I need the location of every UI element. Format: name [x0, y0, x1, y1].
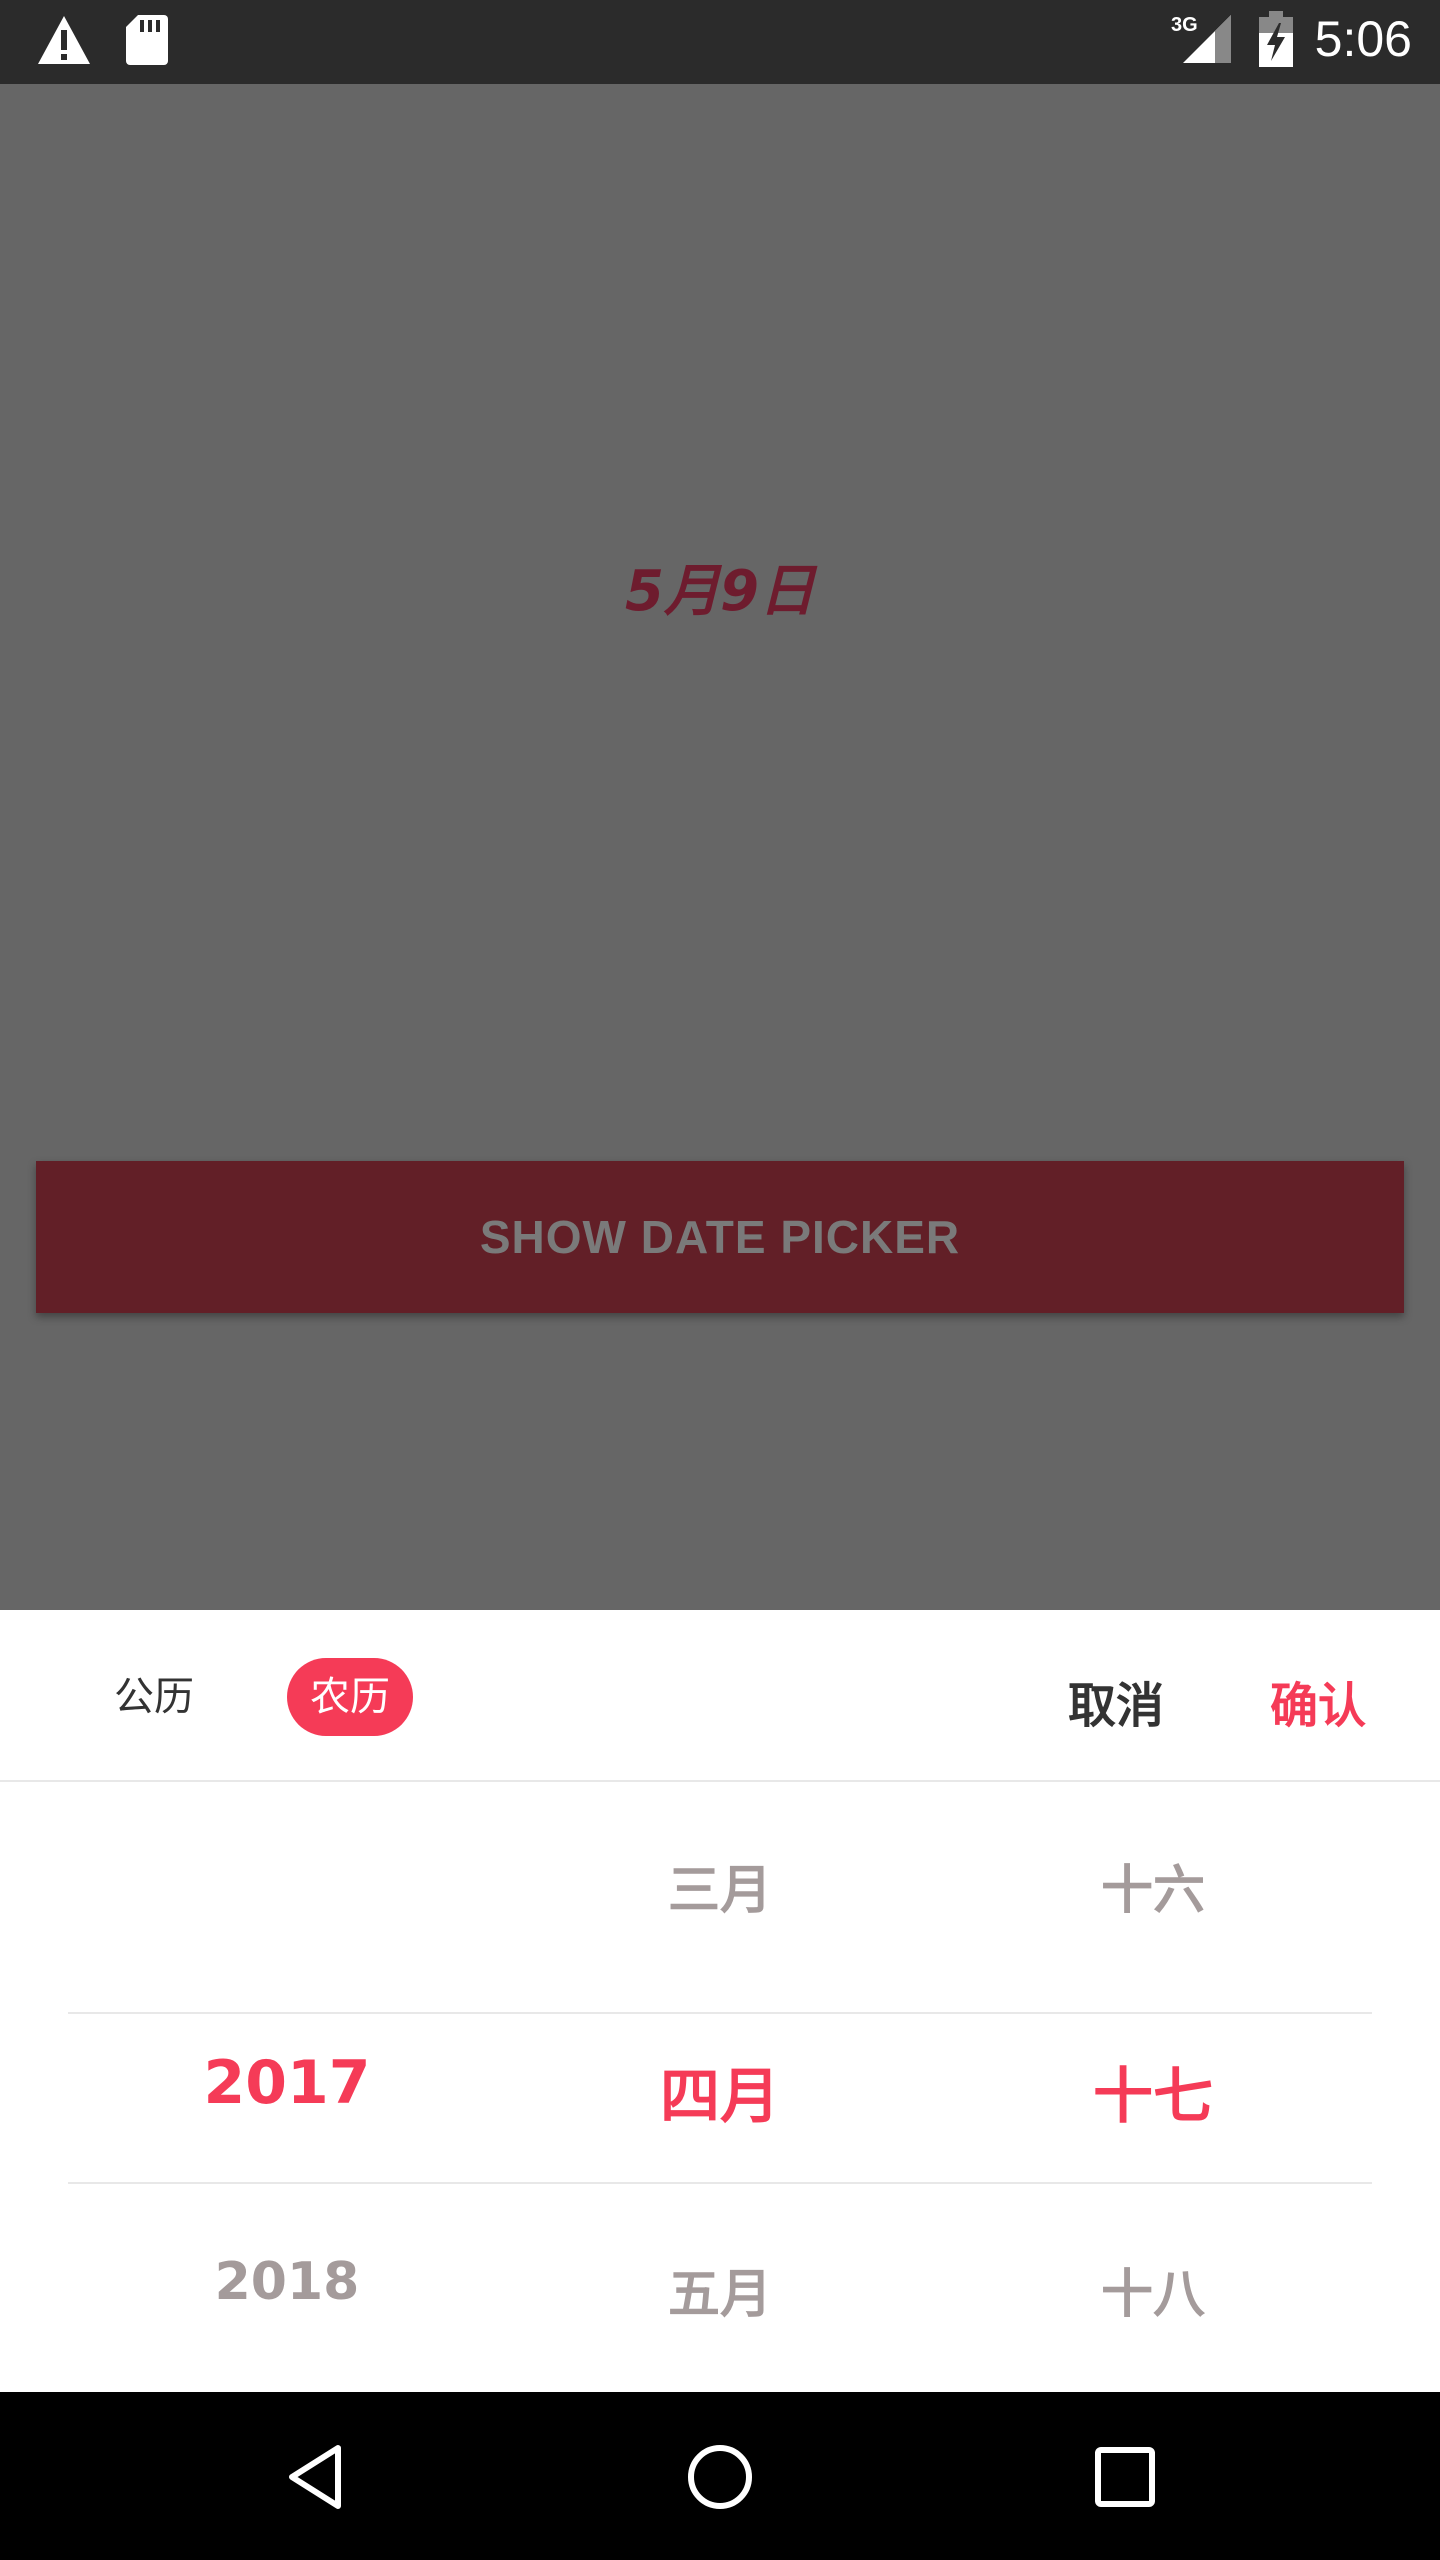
day-option-selected[interactable]: 十七 — [913, 2048, 1393, 2135]
tab-solar-calendar[interactable]: 公历 — [92, 1658, 216, 1736]
network-type-label: 3G — [1171, 14, 1198, 36]
show-date-picker-button[interactable]: SHOW DATE PICKER — [36, 1161, 1404, 1313]
warning-icon — [36, 14, 92, 66]
date-picker-sheet: 公历 农历 取消 确认 2017 2018 三月 四月 五月 十六 十七 十八 — [0, 1610, 1440, 2392]
selected-date-text: 5月9日 — [625, 559, 815, 624]
app-content-scrim[interactable]: 5月9日 SHOW DATE PICKER — [0, 84, 1440, 1610]
battery-charging-icon — [1258, 11, 1293, 67]
picker-header: 公历 农历 取消 确认 — [0, 1610, 1440, 1782]
year-wheel[interactable]: 2017 2018 — [47, 1782, 527, 2392]
status-time: 5:06 — [1314, 11, 1412, 67]
month-option-next[interactable]: 五月 — [480, 2252, 960, 2327]
sd-card-icon — [126, 15, 168, 65]
year-option-selected[interactable]: 2017 — [47, 2048, 527, 2118]
month-option-prev[interactable]: 三月 — [480, 1848, 960, 1923]
home-icon[interactable] — [675, 2432, 765, 2522]
confirm-button[interactable]: 确认 — [1270, 1666, 1366, 1736]
day-option-prev[interactable]: 十六 — [913, 1848, 1393, 1923]
cancel-button[interactable]: 取消 — [1068, 1666, 1164, 1736]
picker-wheels: 2017 2018 三月 四月 五月 十六 十七 十八 — [0, 1782, 1440, 2392]
day-wheel[interactable]: 十六 十七 十八 — [913, 1782, 1393, 2392]
month-wheel[interactable]: 三月 四月 五月 — [480, 1782, 960, 2392]
recents-icon[interactable] — [1080, 2432, 1170, 2522]
day-option-next[interactable]: 十八 — [913, 2252, 1393, 2327]
back-icon[interactable] — [272, 2432, 362, 2522]
status-bar: 3G 5:06 — [0, 0, 1440, 84]
signal-icon: 3G — [1171, 11, 1237, 67]
navigation-bar — [0, 2392, 1440, 2560]
tab-lunar-calendar[interactable]: 农历 — [287, 1658, 413, 1736]
month-option-selected[interactable]: 四月 — [480, 2048, 960, 2135]
year-option-next[interactable]: 2018 — [47, 2252, 527, 2312]
